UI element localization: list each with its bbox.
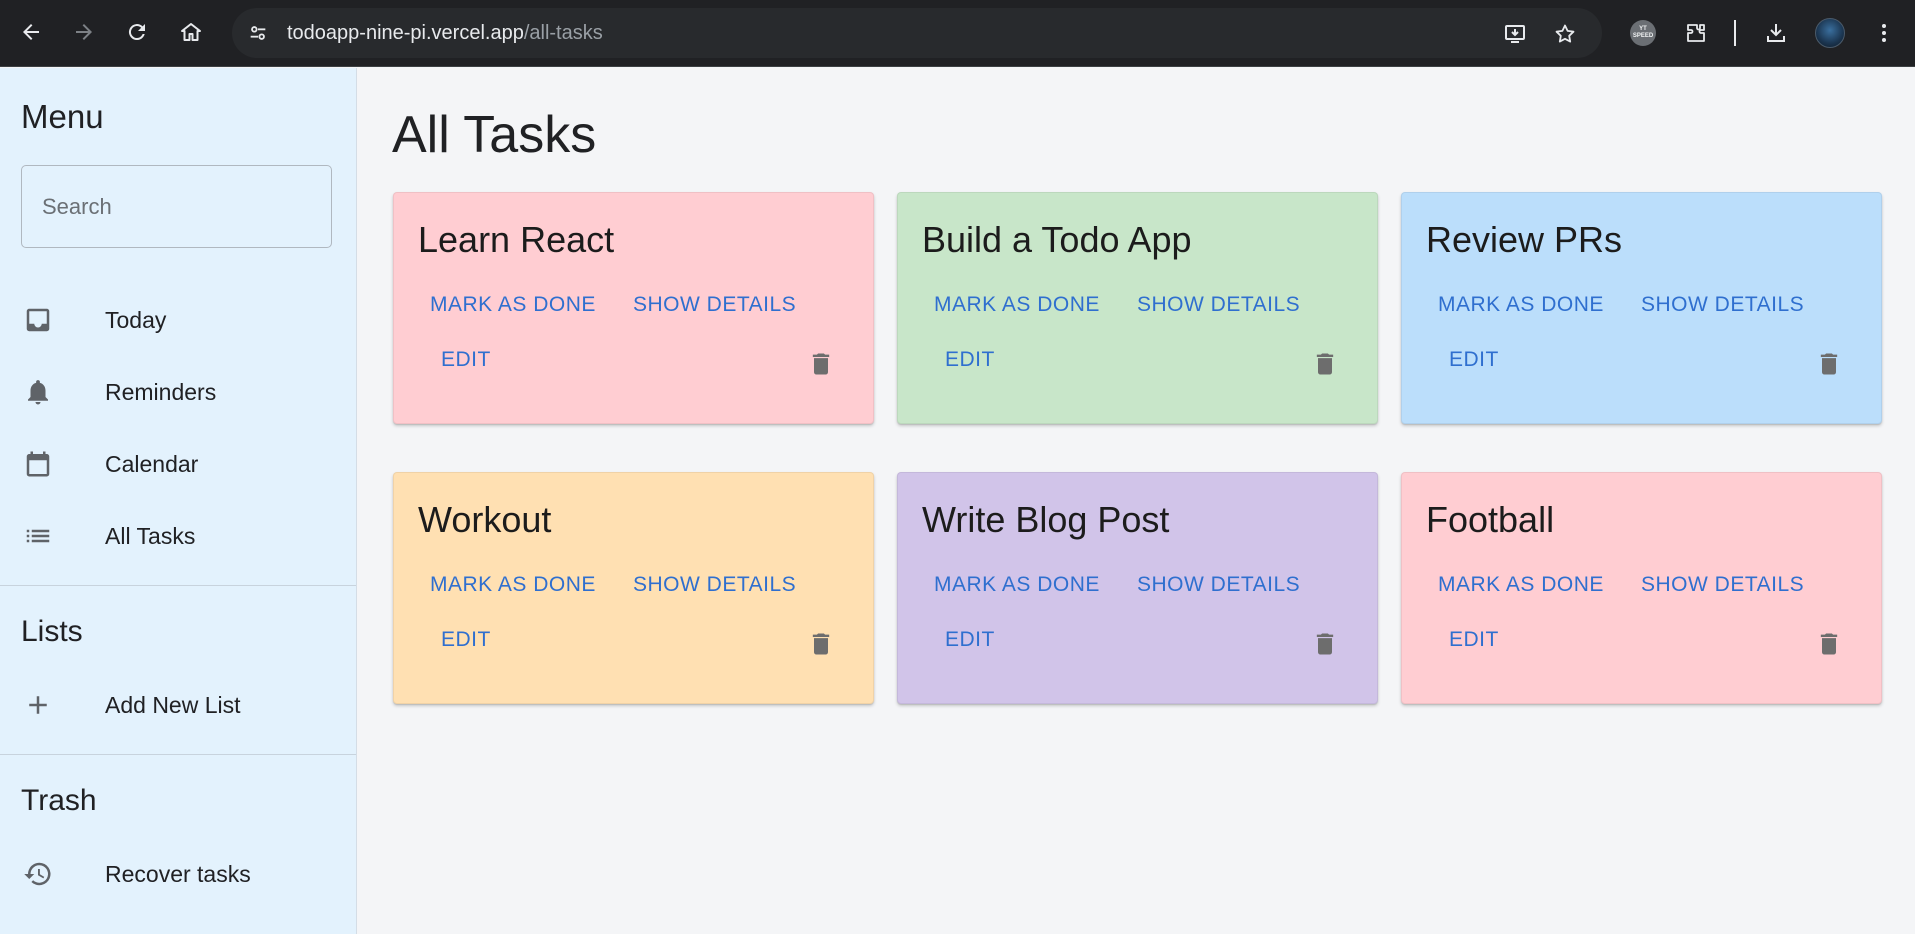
sidebar-divider	[0, 754, 356, 755]
toolbar-separator	[1734, 20, 1736, 46]
extensions-puzzle-icon[interactable]	[1681, 18, 1711, 48]
task-card: Write Blog Post MARK AS DONE SHOW DETAIL…	[897, 472, 1378, 704]
show-details-button[interactable]: SHOW DETAILS	[1641, 293, 1804, 317]
bookmark-star-icon[interactable]	[1552, 21, 1578, 47]
reload-button[interactable]	[122, 17, 152, 47]
recover-tasks-label: Recover tasks	[105, 860, 251, 887]
page-title: All Tasks	[392, 106, 597, 164]
edit-button[interactable]: EDIT	[945, 628, 995, 652]
mark-as-done-button[interactable]: MARK AS DONE	[934, 573, 1100, 597]
trash-icon	[1316, 633, 1334, 655]
trash-icon	[1820, 633, 1838, 655]
browser-menu-icon[interactable]	[1869, 18, 1899, 48]
task-title: Workout	[418, 499, 552, 540]
mark-as-done-button[interactable]: MARK AS DONE	[430, 293, 596, 317]
back-button[interactable]	[16, 17, 46, 47]
trash-icon	[1316, 353, 1334, 375]
browser-toolbar: todoapp-nine-pi.vercel.app/all-tasks YT …	[0, 0, 1915, 67]
show-details-button[interactable]: SHOW DETAILS	[1641, 573, 1804, 597]
sidebar-item-label: All Tasks	[105, 522, 196, 549]
trash-icon	[812, 633, 830, 655]
sidebar-item-calendar[interactable]: Calendar	[0, 434, 356, 494]
mark-as-done-button[interactable]: MARK AS DONE	[1438, 573, 1604, 597]
profile-avatar[interactable]	[1815, 18, 1845, 48]
mark-as-done-button[interactable]: MARK AS DONE	[1438, 293, 1604, 317]
show-details-button[interactable]: SHOW DETAILS	[633, 573, 796, 597]
delete-task-button[interactable]	[1814, 627, 1844, 661]
arrow-left-icon	[23, 24, 39, 40]
calendar-icon	[22, 448, 54, 480]
sidebar-item-today[interactable]: Today	[0, 290, 356, 350]
url-path: /all-tasks	[523, 22, 603, 44]
list-icon	[22, 520, 54, 552]
add-new-list-button[interactable]: Add New List	[0, 675, 356, 735]
task-title: Build a Todo App	[922, 219, 1192, 260]
delete-task-button[interactable]	[1310, 347, 1340, 381]
downloads-icon[interactable]	[1761, 18, 1791, 48]
sidebar: Menu Today Reminders Calendar All Tasks …	[0, 68, 357, 934]
delete-task-button[interactable]	[1814, 347, 1844, 381]
edit-button[interactable]: EDIT	[945, 348, 995, 372]
add-list-label: Add New List	[105, 691, 241, 718]
plus-icon	[22, 689, 54, 721]
address-bar[interactable]: todoapp-nine-pi.vercel.app/all-tasks	[232, 8, 1602, 58]
task-title: Write Blog Post	[922, 499, 1170, 540]
trash-icon	[1820, 353, 1838, 375]
task-card: Review PRs MARK AS DONE SHOW DETAILS EDI…	[1401, 192, 1882, 424]
task-card: Build a Todo App MARK AS DONE SHOW DETAI…	[897, 192, 1378, 424]
edit-button[interactable]: EDIT	[1449, 348, 1499, 372]
site-info-icon[interactable]	[244, 19, 272, 47]
history-icon	[22, 858, 54, 890]
edit-button[interactable]: EDIT	[441, 348, 491, 372]
sidebar-item-label: Calendar	[105, 450, 199, 477]
trash-heading: Trash	[21, 784, 97, 817]
search-input[interactable]	[22, 166, 331, 247]
bell-icon	[22, 376, 54, 408]
trash-icon	[812, 353, 830, 375]
arrow-right-icon	[76, 24, 92, 40]
show-details-button[interactable]: SHOW DETAILS	[1137, 293, 1300, 317]
reload-icon	[128, 24, 145, 41]
sidebar-item-reminders[interactable]: Reminders	[0, 362, 356, 422]
extension-badge: YT SPEED	[1630, 20, 1656, 46]
task-card: Football MARK AS DONE SHOW DETAILS EDIT	[1401, 472, 1882, 704]
menu-heading: Menu	[21, 98, 104, 135]
task-title: Review PRs	[1426, 219, 1623, 260]
forward-button[interactable]	[69, 17, 99, 47]
sidebar-item-label: Reminders	[105, 378, 217, 405]
home-button[interactable]	[176, 17, 206, 47]
url-text[interactable]: todoapp-nine-pi.vercel.app/all-tasks	[287, 22, 603, 45]
extension-speed-icon[interactable]: YT SPEED	[1628, 18, 1658, 48]
inbox-icon	[22, 304, 54, 336]
delete-task-button[interactable]	[806, 627, 836, 661]
install-app-icon[interactable]	[1502, 21, 1528, 47]
task-card: Learn React MARK AS DONE SHOW DETAILS ED…	[393, 192, 874, 424]
sidebar-divider	[0, 585, 356, 586]
avatar	[1815, 18, 1845, 48]
recover-tasks-button[interactable]: Recover tasks	[0, 844, 356, 904]
show-details-button[interactable]: SHOW DETAILS	[633, 293, 796, 317]
sidebar-item-all-tasks[interactable]: All Tasks	[0, 506, 356, 566]
lists-heading: Lists	[21, 615, 83, 648]
mark-as-done-button[interactable]: MARK AS DONE	[430, 573, 596, 597]
search-field[interactable]	[21, 165, 332, 248]
delete-task-button[interactable]	[806, 347, 836, 381]
mark-as-done-button[interactable]: MARK AS DONE	[934, 293, 1100, 317]
task-title: Football	[1426, 499, 1555, 540]
task-title: Learn React	[418, 219, 615, 260]
edit-button[interactable]: EDIT	[1449, 628, 1499, 652]
home-icon	[181, 23, 201, 41]
url-host: todoapp-nine-pi.vercel.app	[287, 22, 524, 44]
show-details-button[interactable]: SHOW DETAILS	[1137, 573, 1300, 597]
edit-button[interactable]: EDIT	[441, 628, 491, 652]
delete-task-button[interactable]	[1310, 627, 1340, 661]
task-card: Workout MARK AS DONE SHOW DETAILS EDIT	[393, 472, 874, 704]
sidebar-item-label: Today	[105, 306, 167, 333]
